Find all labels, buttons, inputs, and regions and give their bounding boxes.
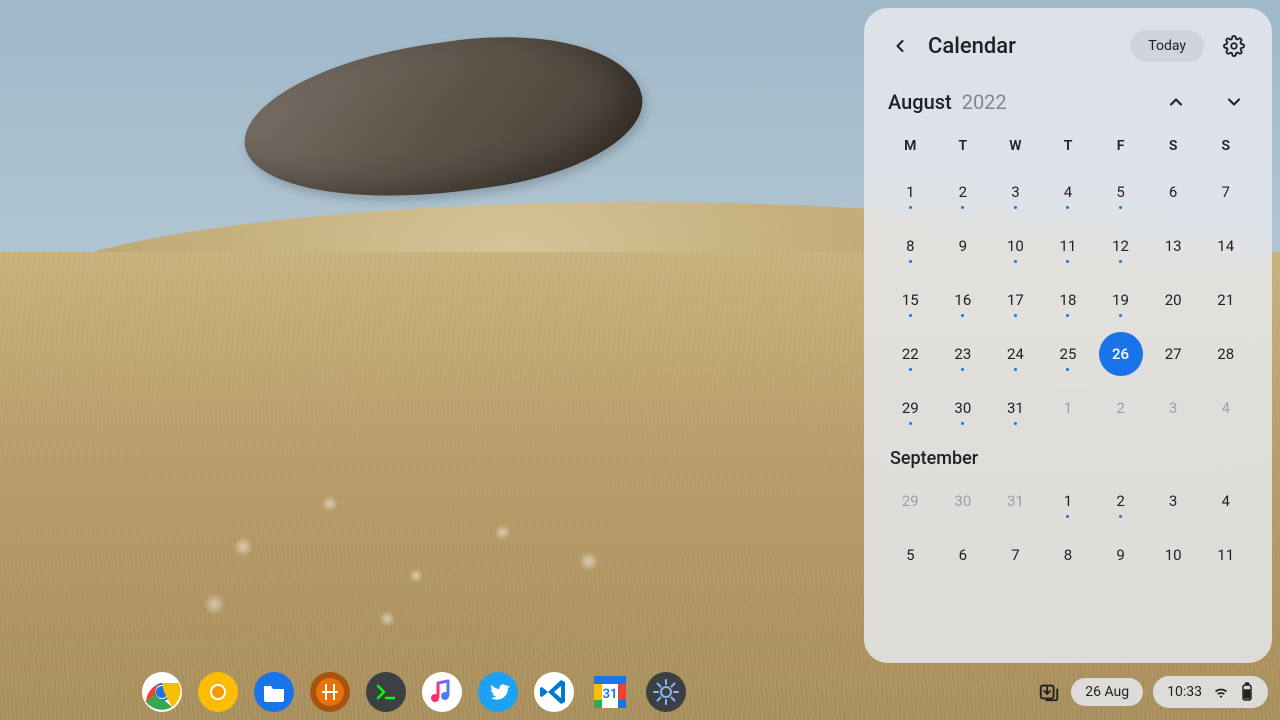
chevron-up-icon (1166, 92, 1186, 112)
shelf-app-settings[interactable] (646, 672, 686, 712)
download-tray-icon (1038, 681, 1060, 703)
shelf-app-music[interactable] (422, 672, 462, 712)
calendar-day[interactable]: 5 (1094, 170, 1147, 214)
calendar-day[interactable]: 23 (937, 332, 990, 376)
shelf-app-google-calendar[interactable]: 31 (590, 672, 630, 712)
shelf-app-app-orange[interactable] (310, 672, 350, 712)
calendar-day[interactable]: 8 (1042, 533, 1095, 577)
calendar-day[interactable]: 3 (1147, 386, 1200, 430)
calendar-day[interactable]: 16 (937, 278, 990, 322)
calendar-day[interactable]: 30 (937, 479, 990, 523)
weekday-label: W (989, 132, 1042, 160)
prev-month-button[interactable] (1162, 88, 1190, 116)
calendar-day[interactable]: 12 (1094, 224, 1147, 268)
calendar-day[interactable]: 20 (1147, 278, 1200, 322)
calendar-day[interactable]: 2 (1094, 479, 1147, 523)
shelf-app-chrome-canary[interactable] (198, 672, 238, 712)
calendar-day[interactable]: 1 (884, 170, 937, 214)
calendar-day[interactable]: 3 (1147, 479, 1200, 523)
calendar-day[interactable]: 10 (989, 224, 1042, 268)
next-month-button[interactable] (1220, 88, 1248, 116)
chevron-down-icon (1224, 92, 1244, 112)
calendar-day[interactable]: 2 (937, 170, 990, 214)
weekday-label: T (937, 132, 990, 160)
calendar-day[interactable]: 4 (1199, 479, 1252, 523)
calendar-day[interactable]: 25 (1042, 332, 1095, 376)
status-tray[interactable]: 10:33 (1153, 676, 1268, 708)
shelf-app-files[interactable] (254, 672, 294, 712)
calendar-day[interactable]: 8 (884, 224, 937, 268)
calendar-day[interactable]: 29 (884, 386, 937, 430)
weekday-header: MTWTFSS (884, 132, 1252, 160)
calendar-day[interactable]: 3 (989, 170, 1042, 214)
shelf-app-chrome[interactable] (142, 672, 182, 712)
calendar-day[interactable]: 28 (1199, 332, 1252, 376)
calendar-day[interactable]: 9 (1094, 533, 1147, 577)
calendar-day[interactable]: 22 (884, 332, 937, 376)
calendar-day[interactable]: 4 (1199, 386, 1252, 430)
back-button[interactable] (884, 30, 916, 62)
calendar-settings-button[interactable] (1216, 28, 1252, 64)
calendar-day[interactable]: 21 (1199, 278, 1252, 322)
calendar-day[interactable]: 9 (937, 224, 990, 268)
calendar-day[interactable]: 7 (989, 533, 1042, 577)
calendar-day[interactable]: 13 (1147, 224, 1200, 268)
calendar-day[interactable]: 27 (1147, 332, 1200, 376)
calendar-day[interactable]: 10 (1147, 533, 1200, 577)
shelf: 31 26 Aug 10:33 (0, 664, 1280, 720)
wifi-icon (1212, 683, 1230, 701)
time-text: 10:33 (1167, 684, 1202, 700)
downloads-tray-icon[interactable] (1037, 680, 1061, 704)
calendar-day[interactable]: 2 (1094, 386, 1147, 430)
weekday-label: S (1147, 132, 1200, 160)
calendar-day[interactable]: 1 (1042, 479, 1095, 523)
date-pill[interactable]: 26 Aug (1071, 678, 1143, 706)
calendar-panel: Calendar Today August 2022 MTWTFSS 12345… (864, 8, 1272, 663)
weekday-label: S (1199, 132, 1252, 160)
calendar-day[interactable]: 29 (884, 479, 937, 523)
calendar-day[interactable]: 6 (1147, 170, 1200, 214)
calendar-day[interactable]: 24 (989, 332, 1042, 376)
calendar-day[interactable]: 30 (937, 386, 990, 430)
calendar-day[interactable]: 31 (989, 479, 1042, 523)
svg-text:31: 31 (603, 687, 618, 702)
shelf-app-twitter[interactable] (478, 672, 518, 712)
calendar-day[interactable]: 14 (1199, 224, 1252, 268)
calendar-day-today[interactable]: 26 (1099, 332, 1143, 376)
calendar-day[interactable]: 6 (937, 533, 990, 577)
calendar-title: Calendar (928, 34, 1118, 59)
year-label: 2022 (962, 90, 1162, 114)
date-pill-text: 26 Aug (1085, 684, 1129, 700)
calendar-day[interactable]: 15 (884, 278, 937, 322)
calendar-day[interactable]: 1 (1042, 386, 1095, 430)
month-label: August (888, 90, 952, 114)
shelf-app-vscode[interactable] (534, 672, 574, 712)
calendar-day[interactable]: 7 (1199, 170, 1252, 214)
calendar-day[interactable]: 19 (1094, 278, 1147, 322)
calendar-day[interactable]: 4 (1042, 170, 1095, 214)
calendar-day[interactable]: 17 (989, 278, 1042, 322)
calendar-day[interactable]: 18 (1042, 278, 1095, 322)
weekday-label: M (884, 132, 937, 160)
battery-icon (1240, 682, 1254, 702)
next-month-section-label: September (890, 448, 1252, 469)
gear-icon (1223, 35, 1245, 57)
weekday-label: T (1042, 132, 1095, 160)
calendar-day[interactable]: 5 (884, 533, 937, 577)
today-button[interactable]: Today (1130, 30, 1204, 62)
chevron-left-icon (890, 36, 910, 56)
weekday-label: F (1094, 132, 1147, 160)
calendar-day[interactable]: 31 (989, 386, 1042, 430)
calendar-day[interactable]: 11 (1199, 533, 1252, 577)
calendar-day[interactable]: 11 (1042, 224, 1095, 268)
shelf-app-terminal[interactable] (366, 672, 406, 712)
